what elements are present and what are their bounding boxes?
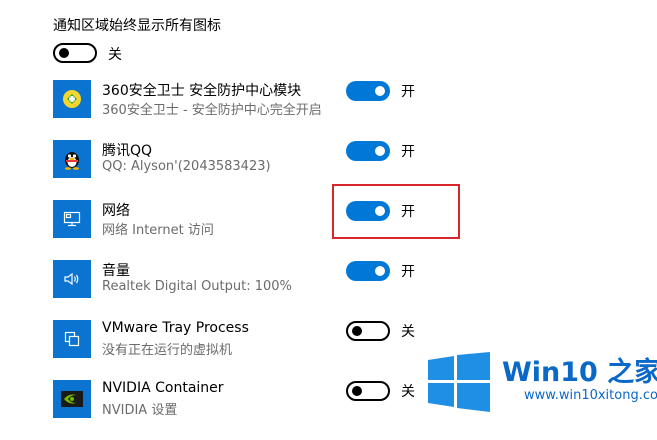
app-toggle-label: 关: [401, 324, 415, 340]
toggle-knob: [352, 326, 362, 336]
app-desc: 360安全卫士 - 安全防护中心完全开启: [102, 103, 322, 118]
app-row-network: 网络 网络 Internet 访问 开: [0, 200, 657, 260]
app-name: VMware Tray Process: [102, 320, 249, 336]
app-name: 360安全卫士 安全防护中心模块: [102, 83, 302, 99]
watermark: Win10 之家 www.win10xitong.com: [424, 350, 657, 420]
app-row-360: 360安全卫士 安全防护中心模块 360安全卫士 - 安全防护中心完全开启 开: [0, 80, 657, 140]
windows-logo-icon: [428, 352, 492, 418]
nvidia-icon: [53, 380, 91, 418]
app-toggle-label: 开: [401, 264, 415, 280]
master-toggle[interactable]: [53, 43, 97, 63]
section-title: 通知区域始终显示所有图标: [53, 18, 221, 34]
app-desc: 网络 Internet 访问: [102, 223, 214, 238]
toggle-knob: [375, 86, 385, 96]
watermark-url: www.win10xitong.com: [524, 388, 657, 403]
app-name: 网络: [102, 203, 130, 219]
app-toggle-volume[interactable]: [346, 261, 390, 281]
app-row-volume: 音量 Realtek Digital Output: 100% 开: [0, 260, 657, 320]
app-desc: Realtek Digital Output: 100%: [102, 279, 292, 294]
app-row-qq: 腾讯QQ QQ: Alyson'(2043583423) 开: [0, 140, 657, 200]
vmware-icon: [53, 320, 91, 358]
app-name: 音量: [102, 263, 130, 279]
master-toggle-label: 关: [108, 47, 122, 63]
network-monitor-icon: [53, 200, 91, 238]
app-toggle-nvidia[interactable]: [346, 381, 390, 401]
app-desc: 没有正在运行的虚拟机: [102, 343, 233, 358]
app-toggle-label: 开: [401, 144, 415, 160]
app-name: NVIDIA Container: [102, 380, 224, 396]
app-toggle-qq[interactable]: [346, 141, 390, 161]
app-toggle-label: 开: [401, 84, 415, 100]
highlight-box: [332, 184, 460, 239]
watermark-title: Win10 之家: [502, 357, 657, 388]
app-toggle-vmware[interactable]: [346, 321, 390, 341]
app-desc: NVIDIA 设置: [102, 403, 178, 418]
app-toggle-label: 关: [401, 384, 415, 400]
app-desc: QQ: Alyson'(2043583423): [102, 159, 271, 174]
toggle-knob: [59, 48, 69, 58]
toggle-knob: [375, 266, 385, 276]
toggle-knob: [352, 386, 362, 396]
speaker-icon: [53, 260, 91, 298]
app-toggle-360[interactable]: [346, 81, 390, 101]
app-name: 腾讯QQ: [102, 143, 153, 159]
qq-penguin-icon: [53, 140, 91, 178]
360-shield-icon: [53, 80, 91, 118]
toggle-knob: [375, 146, 385, 156]
